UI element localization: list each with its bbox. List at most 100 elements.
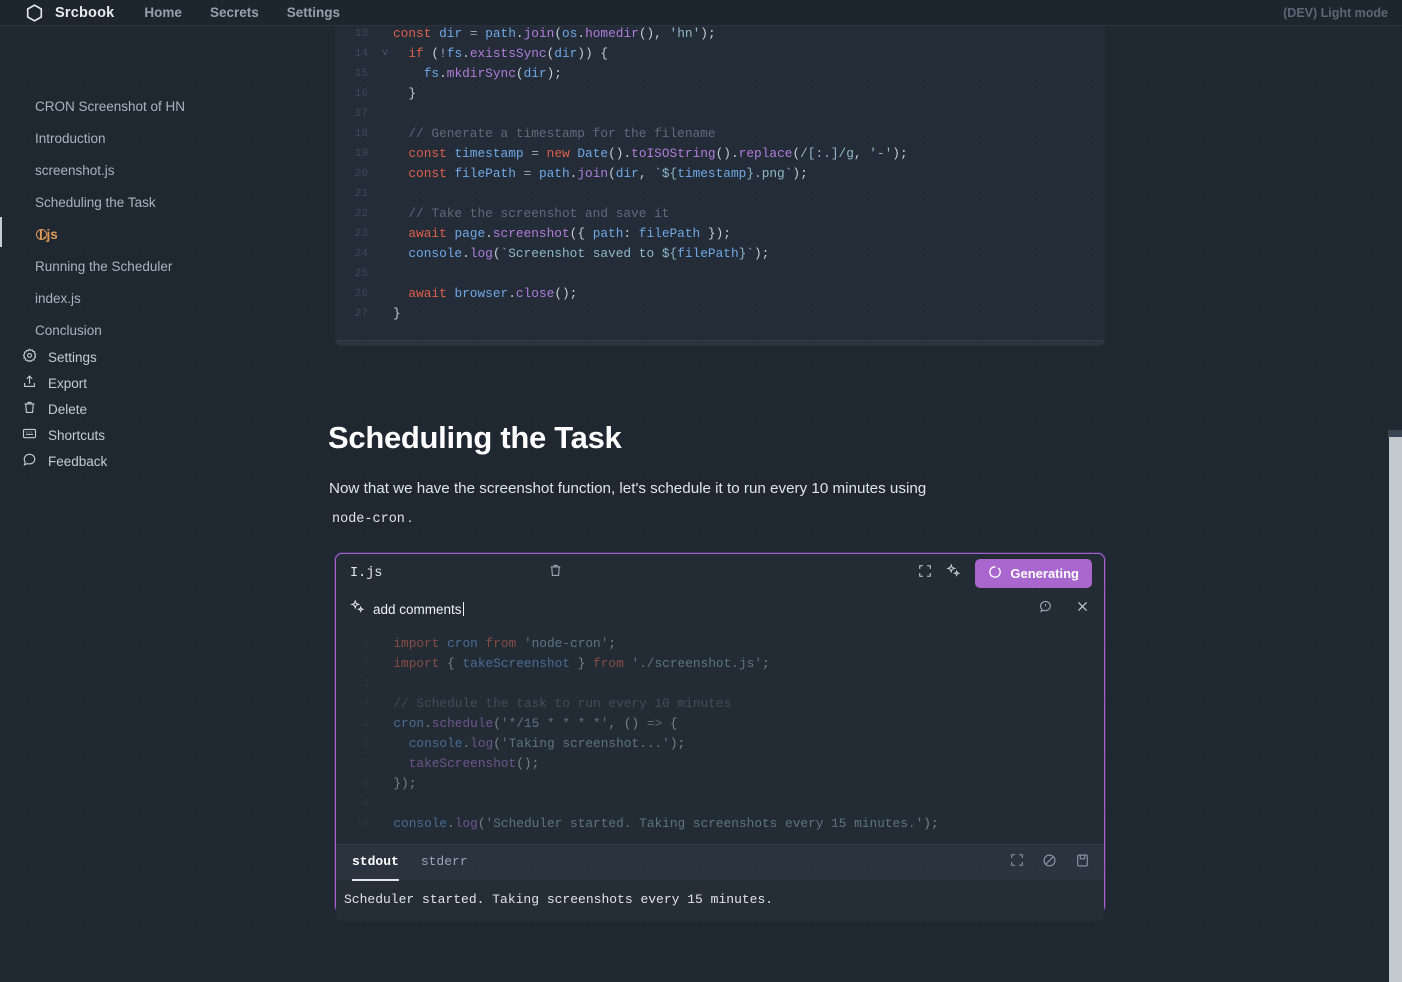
- nav-link-secrets[interactable]: Secrets: [210, 5, 259, 20]
- code-line: 22 // Take the screenshot and save it: [335, 204, 1105, 224]
- fold-indicator[interactable]: [377, 64, 393, 84]
- tab-stdout[interactable]: stdout: [352, 854, 399, 871]
- circle-icon: [36, 229, 47, 240]
- code-line: 26 await browser.close();: [335, 284, 1105, 304]
- vertical-scrollbar[interactable]: [1389, 437, 1402, 982]
- sidebar-item-running-the-scheduler[interactable]: Running the Scheduler: [0, 252, 300, 280]
- sidebar-item-conclusion[interactable]: Conclusion: [0, 316, 300, 344]
- fold-indicator[interactable]: [377, 84, 393, 104]
- fold-indicator[interactable]: [377, 144, 393, 164]
- sidebar-item-screenshot-js[interactable]: screenshot.js: [0, 156, 300, 184]
- line-number: 10: [336, 814, 378, 834]
- page-heading: Scheduling the Task: [328, 420, 621, 456]
- toc-label: Introduction: [35, 131, 106, 146]
- code-editor-generating[interactable]: 1 import cron from 'node-cron'; 2 import…: [336, 626, 1104, 844]
- brand-name[interactable]: Srcbook: [55, 5, 114, 21]
- fold-indicator[interactable]: [377, 244, 393, 264]
- sidebar-item-scheduling-the-task[interactable]: Scheduling the Task: [0, 188, 300, 216]
- code-line: 15 fs.mkdirSync(dir);: [335, 64, 1105, 84]
- fold-indicator[interactable]: [377, 284, 393, 304]
- line-number: 13: [335, 24, 377, 44]
- sidebar-menu-export[interactable]: Export: [0, 370, 300, 396]
- code-line: 14v if (!fs.existsSync(dir)) {: [335, 44, 1105, 64]
- code-line: 1 import cron from 'node-cron';: [336, 634, 1104, 654]
- menu-label: Settings: [48, 350, 97, 365]
- code-line: 17: [335, 104, 1105, 124]
- code-line: 5 cron.schedule('*/15 * * * *', () => {: [336, 714, 1104, 734]
- code-text: import { takeScreenshot } from './screen…: [378, 654, 770, 674]
- fold-indicator[interactable]: [377, 204, 393, 224]
- ai-prompt-input[interactable]: add comments: [373, 602, 464, 617]
- line-number: 16: [335, 84, 377, 104]
- expand-icon[interactable]: [918, 564, 932, 583]
- sidebar-item-introduction[interactable]: Introduction: [0, 124, 300, 152]
- line-number: 22: [335, 204, 377, 224]
- fold-indicator[interactable]: [377, 304, 393, 324]
- tab-stderr[interactable]: stderr: [421, 854, 468, 871]
- chat-icon: [22, 452, 37, 470]
- chat-icon[interactable]: [1038, 599, 1053, 619]
- line-number: 9: [336, 794, 378, 814]
- code-text: // Schedule the task to run every 10 min…: [378, 694, 731, 714]
- fold-indicator[interactable]: [377, 104, 393, 124]
- fold-indicator[interactable]: [377, 24, 393, 44]
- sidebar-menu-delete[interactable]: Delete: [0, 396, 300, 422]
- trash-icon[interactable]: [548, 563, 563, 583]
- close-icon[interactable]: [1075, 599, 1090, 619]
- menu-label: Feedback: [48, 454, 107, 469]
- line-number: 8: [336, 774, 378, 794]
- fold-indicator[interactable]: [377, 124, 393, 144]
- line-number: 5: [336, 714, 378, 734]
- code-line: 19 const timestamp = new Date().toISOStr…: [335, 144, 1105, 164]
- code-line: 18 // Generate a timestamp for the filen…: [335, 124, 1105, 144]
- code-line: 16 }: [335, 84, 1105, 104]
- sidebar-menu-shortcuts[interactable]: Shortcuts: [0, 422, 300, 448]
- line-number: 26: [335, 284, 377, 304]
- sidebar-item-i-js[interactable]: I.js: [0, 220, 300, 248]
- save-icon[interactable]: [1075, 853, 1090, 873]
- line-number: 18: [335, 124, 377, 144]
- sidebar-item-index-js[interactable]: index.js: [0, 284, 300, 312]
- sidebar-menu-feedback[interactable]: Feedback: [0, 448, 300, 474]
- fold-indicator[interactable]: [377, 184, 393, 204]
- io-bar-generating: stdout stderr: [336, 844, 1104, 880]
- dev-light-mode-toggle[interactable]: (DEV) Light mode: [1283, 6, 1388, 20]
- cell-filename[interactable]: I.js: [350, 566, 540, 581]
- line-number: 21: [335, 184, 377, 204]
- sidebar: CRON Screenshot of HN Introduction scree…: [0, 26, 320, 982]
- clear-icon[interactable]: [1042, 853, 1057, 873]
- trash-icon: [22, 400, 37, 418]
- line-number: 14: [335, 44, 377, 64]
- code-text: fs.mkdirSync(dir);: [393, 64, 562, 84]
- nav-links: Home Secrets Settings: [144, 5, 340, 20]
- fold-indicator[interactable]: [377, 224, 393, 244]
- fold-indicator[interactable]: v: [377, 44, 393, 64]
- line-number: 7: [336, 754, 378, 774]
- line-number: 4: [336, 694, 378, 714]
- nav-link-home[interactable]: Home: [144, 5, 182, 20]
- sparkles-icon[interactable]: [946, 563, 961, 583]
- menu-label: Shortcuts: [48, 428, 105, 443]
- toc-label: Scheduling the Task: [35, 195, 156, 210]
- code-line: 7 takeScreenshot();: [336, 754, 1104, 774]
- hexagon-logo-icon[interactable]: [26, 4, 43, 22]
- fold-indicator[interactable]: [377, 264, 393, 284]
- menu-label: Export: [48, 376, 87, 391]
- menu-label: Delete: [48, 402, 87, 417]
- code-editor[interactable]: 13const dir = path.join(os.homedir(), 'h…: [335, 8, 1105, 334]
- sidebar-menu-settings[interactable]: Settings: [0, 344, 300, 370]
- expand-icon[interactable]: [1010, 853, 1024, 872]
- sidebar-item-cron-screenshot-of-hn[interactable]: CRON Screenshot of HN: [0, 92, 300, 120]
- code-line: 23 await page.screenshot({ path: filePat…: [335, 224, 1105, 244]
- code-line: 21: [335, 184, 1105, 204]
- code-line: 6 console.log('Taking screenshot...');: [336, 734, 1104, 754]
- generating-button[interactable]: Generating: [975, 559, 1092, 588]
- line-number: 6: [336, 734, 378, 754]
- fold-indicator[interactable]: [377, 164, 393, 184]
- code-line: 4 // Schedule the task to run every 10 m…: [336, 694, 1104, 714]
- code-line: 24 console.log(`Screenshot saved to ${fi…: [335, 244, 1105, 264]
- code-text: const timestamp = new Date().toISOString…: [393, 144, 908, 164]
- keyboard-icon: [22, 426, 37, 444]
- nav-link-settings[interactable]: Settings: [287, 5, 340, 20]
- text-caret: [463, 602, 464, 616]
